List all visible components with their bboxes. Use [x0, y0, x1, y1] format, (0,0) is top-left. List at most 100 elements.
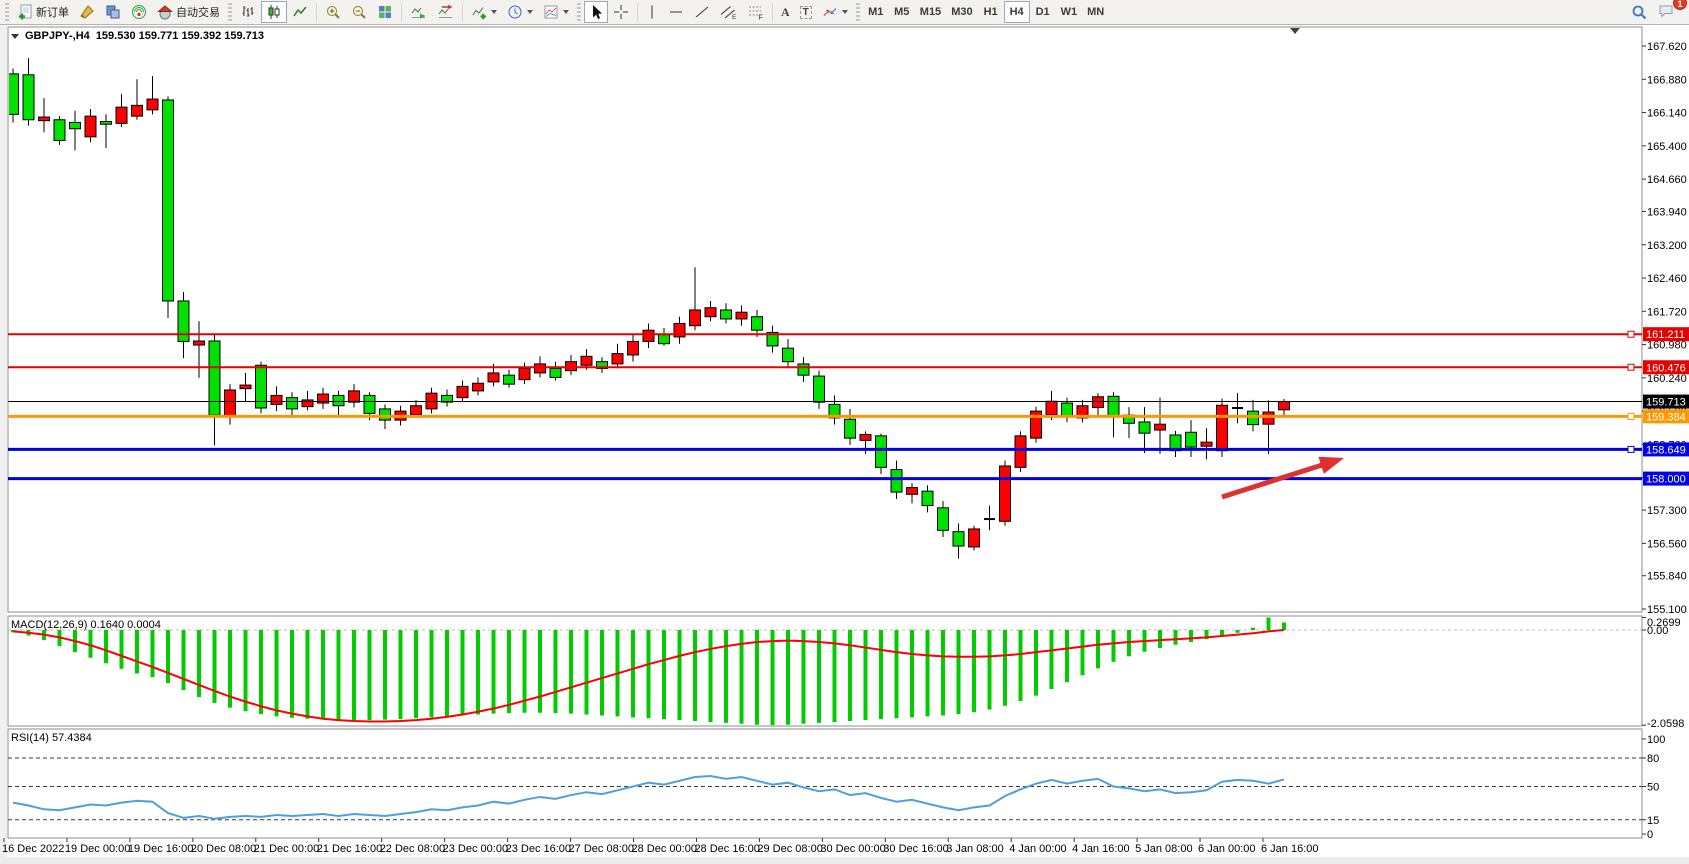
time-axis-label: 4 Jan 00:00: [1009, 843, 1066, 855]
candle: [969, 529, 980, 547]
crosshair-tool-button[interactable]: [608, 1, 634, 23]
candle: [380, 409, 391, 420]
price-axis-label: 157.300: [1647, 505, 1687, 517]
market-watch-button[interactable]: [100, 1, 126, 23]
candle: [1000, 466, 1011, 521]
time-axis-label: 3 Jan 08:00: [946, 843, 1004, 855]
price-badge-label: 161.211: [1646, 329, 1685, 341]
new-order-icon: [17, 4, 33, 20]
candle: [488, 373, 499, 382]
timeframe-H1[interactable]: H1: [978, 1, 1004, 23]
channel-tool-button[interactable]: E: [715, 1, 742, 23]
price-axis-label: 163.940: [1647, 206, 1687, 218]
line-chart-button[interactable]: [287, 1, 313, 23]
time-axis-label: 30 Dec 16:00: [883, 843, 948, 855]
line-handle[interactable]: [1628, 413, 1634, 419]
candle: [550, 368, 561, 377]
candle: [411, 406, 422, 415]
timeframe-M30[interactable]: M30: [946, 1, 977, 23]
signal-icon: [131, 4, 147, 20]
time-axis-label: 29 Dec 08:00: [757, 843, 822, 855]
periods-button[interactable]: [502, 1, 538, 23]
candle: [209, 341, 220, 415]
line-handle[interactable]: [1628, 364, 1634, 370]
macd-axis-label: 0.00: [1647, 625, 1668, 637]
time-axis-label: 22 Dec 08:00: [380, 843, 445, 855]
auto-trading-button[interactable]: 自动交易: [152, 1, 225, 23]
vertical-line-icon: [646, 4, 658, 20]
zoom-in-button[interactable]: [320, 1, 346, 23]
toolbar-grip[interactable]: [577, 3, 581, 21]
timeframe-D1[interactable]: D1: [1030, 1, 1056, 23]
fibonacci-tool-button[interactable]: F: [742, 1, 769, 23]
trendline-tool-button[interactable]: [689, 1, 715, 23]
new-order-label: 新订单: [36, 4, 69, 20]
rsi-axis-label: 100: [1647, 734, 1665, 746]
time-axis-label: 28 Dec 00:00: [632, 843, 697, 855]
bar-chart-button[interactable]: [235, 1, 261, 23]
crayon-icon: [79, 4, 95, 20]
svg-text:E: E: [732, 14, 737, 20]
line-handle[interactable]: [1628, 331, 1634, 337]
indicators-button[interactable]: [466, 1, 502, 23]
timeframe-toolbar: M1M5M15M30H1H4D1W1MN: [863, 1, 1109, 23]
chart-shift-button[interactable]: [432, 1, 459, 23]
candle: [1015, 436, 1026, 467]
candle: [54, 120, 65, 141]
hline-tool-button[interactable]: [663, 1, 689, 23]
arrows-tool-button[interactable]: [817, 1, 853, 23]
candle: [504, 375, 515, 384]
chart-canvas[interactable]: 167.620166.880166.140165.400164.660163.9…: [0, 25, 1689, 864]
candle: [1248, 411, 1259, 424]
time-axis-label: 21 Dec 16:00: [317, 843, 382, 855]
candle: [845, 419, 856, 438]
candle: [1279, 402, 1290, 410]
line-chart-icon: [292, 4, 308, 20]
search-button[interactable]: [1626, 1, 1653, 23]
timeframe-MN[interactable]: MN: [1082, 1, 1109, 23]
zoom-out-button[interactable]: [346, 1, 372, 23]
toolbar-grip[interactable]: [228, 3, 232, 21]
time-axis-label: 19 Dec 16:00: [128, 843, 193, 855]
chart-window[interactable]: 167.620166.880166.140165.400164.660163.9…: [0, 25, 1689, 864]
candle: [938, 508, 949, 530]
text-tool-button[interactable]: A: [776, 1, 795, 23]
symbol-dropdown-icon[interactable]: [11, 34, 19, 39]
candle: [891, 470, 902, 492]
vline-tool-button[interactable]: [641, 1, 663, 23]
chart-title-symbol: GBPJPY-,H4: [25, 30, 90, 42]
clock-icon: [507, 4, 523, 20]
auto-scroll-button[interactable]: [405, 1, 432, 23]
new-order-button[interactable]: 新订单: [12, 1, 74, 23]
label-tool-button[interactable]: T: [795, 1, 817, 23]
price-badge-label: 160.476: [1646, 362, 1686, 374]
tile-windows-button[interactable]: [372, 1, 398, 23]
candle-chart-button[interactable]: [261, 1, 287, 23]
candle: [1201, 442, 1212, 446]
time-axis-label: 23 Dec 00:00: [443, 843, 508, 855]
candle: [271, 395, 282, 404]
price-axis-label: 156.560: [1647, 538, 1687, 550]
candle: [581, 356, 592, 365]
line-handle[interactable]: [1628, 446, 1634, 452]
time-axis-label: 30 Dec 00:00: [820, 843, 885, 855]
signals-button[interactable]: [126, 1, 152, 23]
chart-wizard-button[interactable]: [74, 1, 100, 23]
timeframe-H4[interactable]: H4: [1004, 1, 1030, 23]
timeframe-M15[interactable]: M15: [915, 1, 946, 23]
cursor-tool-button[interactable]: [584, 1, 608, 23]
templates-button[interactable]: [538, 1, 574, 23]
timeframe-M5[interactable]: M5: [889, 1, 915, 23]
toolbar-grip[interactable]: [856, 3, 860, 21]
price-axis-label: 164.660: [1647, 174, 1687, 186]
price-axis-label: 163.200: [1647, 240, 1687, 252]
candle: [163, 100, 174, 301]
notification-badge[interactable]: 1: [1673, 0, 1687, 10]
equidistant-channel-icon: E: [720, 4, 737, 20]
candle: [178, 301, 189, 341]
toolbar-grip[interactable]: [5, 3, 9, 21]
timeframe-W1[interactable]: W1: [1056, 1, 1083, 23]
candle: [643, 330, 654, 341]
timeframe-M1[interactable]: M1: [863, 1, 889, 23]
market-watch-icon: [105, 4, 121, 20]
